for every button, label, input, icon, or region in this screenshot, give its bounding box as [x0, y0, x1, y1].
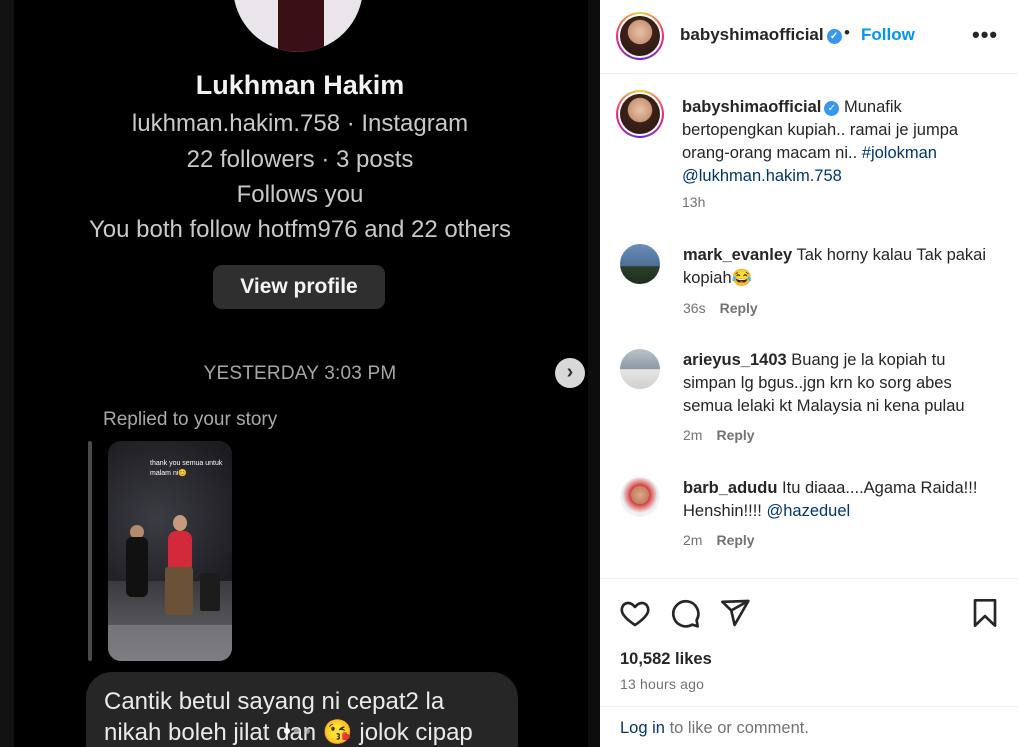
comment-text: mark_evanley Tak horny kalau Tak pakai k…: [683, 244, 998, 290]
separator-dot: •: [844, 23, 850, 42]
story-thumbnail: thank you semua untuk malam ni😊: [108, 441, 232, 661]
login-link[interactable]: Log in: [620, 719, 665, 737]
author-username-row[interactable]: babyshimaofficial ✓: [680, 25, 842, 45]
verified-badge-icon: ✓: [824, 101, 840, 116]
singer-head: [173, 515, 187, 531]
login-prompt: Log in to like or comment.: [620, 719, 809, 738]
follows-you-label: Follows you: [236, 181, 364, 208]
post-panel: babyshimaofficial ✓ • Follow ••• babyshim…: [600, 0, 1018, 747]
speaker: [200, 573, 220, 611]
comment-meta: 2m Reply: [683, 427, 755, 443]
carousel-dot-1[interactable]: [284, 728, 290, 734]
commenter-avatar[interactable]: [620, 349, 660, 389]
comment-text: arieyus_1403 Buang je la kopiah tu simpa…: [683, 349, 998, 418]
singer-skirt: [165, 567, 193, 615]
login-prompt-text: to like or comment.: [669, 719, 809, 737]
carousel-dots: [284, 721, 314, 739]
reply-quote-bar: [88, 441, 92, 661]
divider: [600, 578, 1018, 579]
avatar-figure-body: [278, 0, 324, 52]
profile-name: Lukhman Hakim: [195, 70, 405, 100]
caption-text: babyshimaofficial ✓ Munafik bertopengkan …: [682, 96, 992, 188]
view-profile-button: View profile: [213, 265, 385, 309]
carousel-dot-2[interactable]: [294, 728, 300, 734]
profile-handle: lukhman.hakim.758 · Instagram: [131, 110, 469, 137]
bookmark-icon[interactable]: [969, 597, 1001, 629]
story-caption: thank you semua untuk malam ni😊: [150, 460, 223, 477]
post-header: babyshimaofficial ✓ • Follow •••: [600, 0, 1018, 74]
comment-meta: 2m Reply: [683, 532, 755, 548]
message-timestamp: YESTERDAY 3:03 PM: [203, 363, 397, 384]
mention-link[interactable]: @hazeduel: [766, 502, 850, 520]
stage-floor: [108, 625, 232, 661]
replied-to-story-label: Replied to your story: [103, 409, 278, 430]
carousel-dot-3[interactable]: [304, 728, 310, 734]
verified-badge-icon: ✓: [826, 29, 842, 44]
comment-time[interactable]: 2m: [683, 427, 702, 443]
caption-time[interactable]: 13h: [682, 194, 705, 210]
singer-top: [168, 531, 192, 569]
comment-text: barb_adudu Itu diaaa....Agama Raida!!! H…: [683, 477, 998, 523]
post-media: Lukhman Hakim lukhman.hakim.758 · Instag…: [0, 0, 600, 747]
caption-avatar[interactable]: [616, 90, 664, 138]
comment-icon[interactable]: [669, 597, 701, 629]
commenter-username[interactable]: arieyus_1403: [683, 351, 787, 369]
musician: [126, 537, 148, 597]
author-avatar[interactable]: [616, 12, 664, 60]
likes-count[interactable]: 10,582 likes: [620, 650, 712, 669]
reply-button[interactable]: Reply: [716, 532, 754, 548]
divider: [600, 706, 1018, 707]
mutual-followers: You both follow hotfm976 and 22 others: [88, 216, 512, 243]
mention-link[interactable]: @lukhman.hakim.758: [682, 167, 842, 185]
caption-username[interactable]: babyshimaofficial: [682, 98, 821, 116]
comment-time[interactable]: 2m: [683, 532, 702, 548]
comment-meta: 36s Reply: [683, 300, 758, 316]
commenter-avatar[interactable]: [620, 244, 660, 284]
profile-followers: 22 followers · 3 posts: [186, 146, 414, 173]
commenter-avatar[interactable]: [620, 477, 660, 517]
commenter-username[interactable]: barb_adudu: [683, 479, 777, 497]
reply-button[interactable]: Reply: [716, 427, 754, 443]
reply-button[interactable]: Reply: [720, 300, 758, 316]
profile-avatar: [233, 0, 363, 52]
author-username[interactable]: babyshimaofficial: [680, 25, 824, 44]
commenter-username[interactable]: mark_evanley: [683, 246, 792, 264]
comment-time[interactable]: 36s: [683, 300, 706, 316]
hashtag-link[interactable]: #jolokman: [862, 144, 937, 162]
chevron-right-icon[interactable]: ›: [555, 358, 585, 388]
more-horizontal-icon[interactable]: •••: [972, 22, 998, 48]
share-icon[interactable]: [719, 597, 751, 629]
heart-icon[interactable]: [619, 597, 651, 629]
post-time[interactable]: 13 hours ago: [620, 676, 704, 692]
follow-button[interactable]: Follow: [861, 25, 915, 45]
